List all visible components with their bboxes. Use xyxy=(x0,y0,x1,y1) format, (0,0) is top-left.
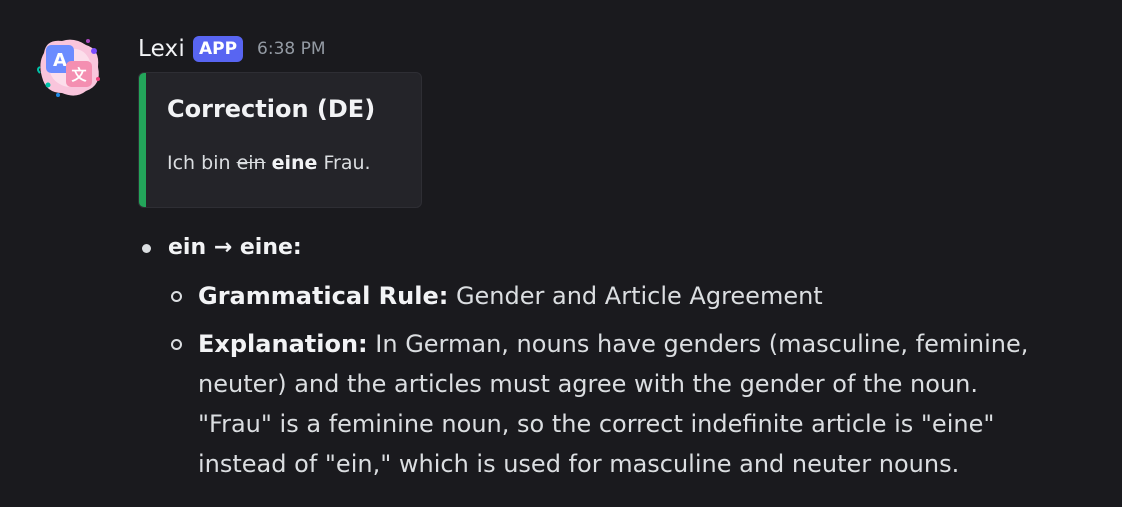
author-name[interactable]: Lexi xyxy=(138,36,185,62)
bullet xyxy=(171,339,182,350)
correction-embed: Correction (DE) Ich bin ein eine Frau. xyxy=(138,72,422,208)
bullet xyxy=(171,291,182,302)
chat-message: A 文 Lexi APP 6:38 PM Correction (DE) Ich… xyxy=(0,0,1122,507)
change-title: ein → eine: xyxy=(168,235,302,260)
embed-accent-bar xyxy=(139,73,146,207)
embed-title: Correction (DE) xyxy=(167,95,376,123)
app-badge: APP xyxy=(192,36,244,62)
message-header: Lexi APP 6:38 PM xyxy=(138,33,326,65)
list-item: ein → eine: xyxy=(138,228,1098,268)
embed-text-after: Frau. xyxy=(317,152,371,174)
svg-text:文: 文 xyxy=(71,66,87,84)
rule-text: Gender and Article Agreement xyxy=(448,282,823,310)
list-item: Explanation: In German, nouns have gende… xyxy=(138,324,1058,484)
embed-description: Ich bin ein eine Frau. xyxy=(167,152,371,174)
bullet xyxy=(142,244,151,253)
explanation-label: Explanation: xyxy=(198,330,368,358)
svg-text:A: A xyxy=(53,50,67,71)
explanation-list: ein → eine: Grammatical Rule: Gender and… xyxy=(138,228,1098,484)
list-item: Grammatical Rule: Gender and Article Agr… xyxy=(138,276,1098,316)
embed-text-before: Ich bin xyxy=(167,152,237,174)
struck-word: ein xyxy=(236,152,266,174)
corrected-word: eine xyxy=(271,152,318,174)
timestamp[interactable]: 6:38 PM xyxy=(257,39,326,59)
rule-label: Grammatical Rule: xyxy=(198,282,449,310)
avatar[interactable]: A 文 xyxy=(36,33,104,101)
translate-icon: A 文 xyxy=(37,39,100,97)
